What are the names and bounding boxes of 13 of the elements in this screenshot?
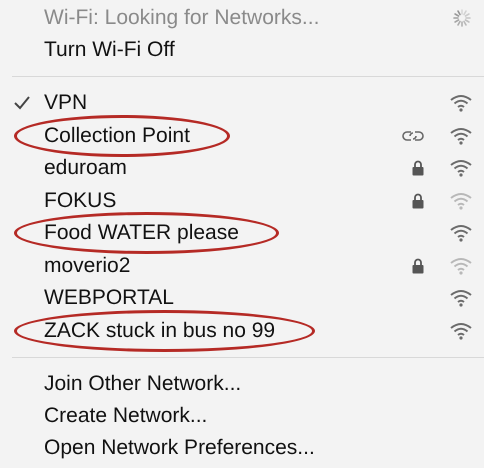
menu-item[interactable]: Join Other Network... [44,372,242,395]
menu-item[interactable]: Open Network Preferences... [44,436,315,459]
network-name[interactable]: WEBPORTAL [44,286,174,310]
network-name[interactable]: FOKUS [44,188,116,212]
network-name[interactable]: Food WATER please [44,221,239,244]
network-name[interactable]: ZACK stuck in bus no 99 [44,318,276,342]
network-name[interactable]: eduroam [44,156,127,180]
menu-item[interactable]: Turn Wi-Fi Off [44,38,175,61]
menu-item[interactable]: Create Network... [44,404,208,427]
network-name[interactable]: VPN [44,91,88,114]
wifi-status: Wi-Fi: Looking for Networks... [44,5,320,31]
network-name[interactable]: moverio2 [44,254,130,277]
network-name[interactable]: Collection Point [44,124,190,147]
